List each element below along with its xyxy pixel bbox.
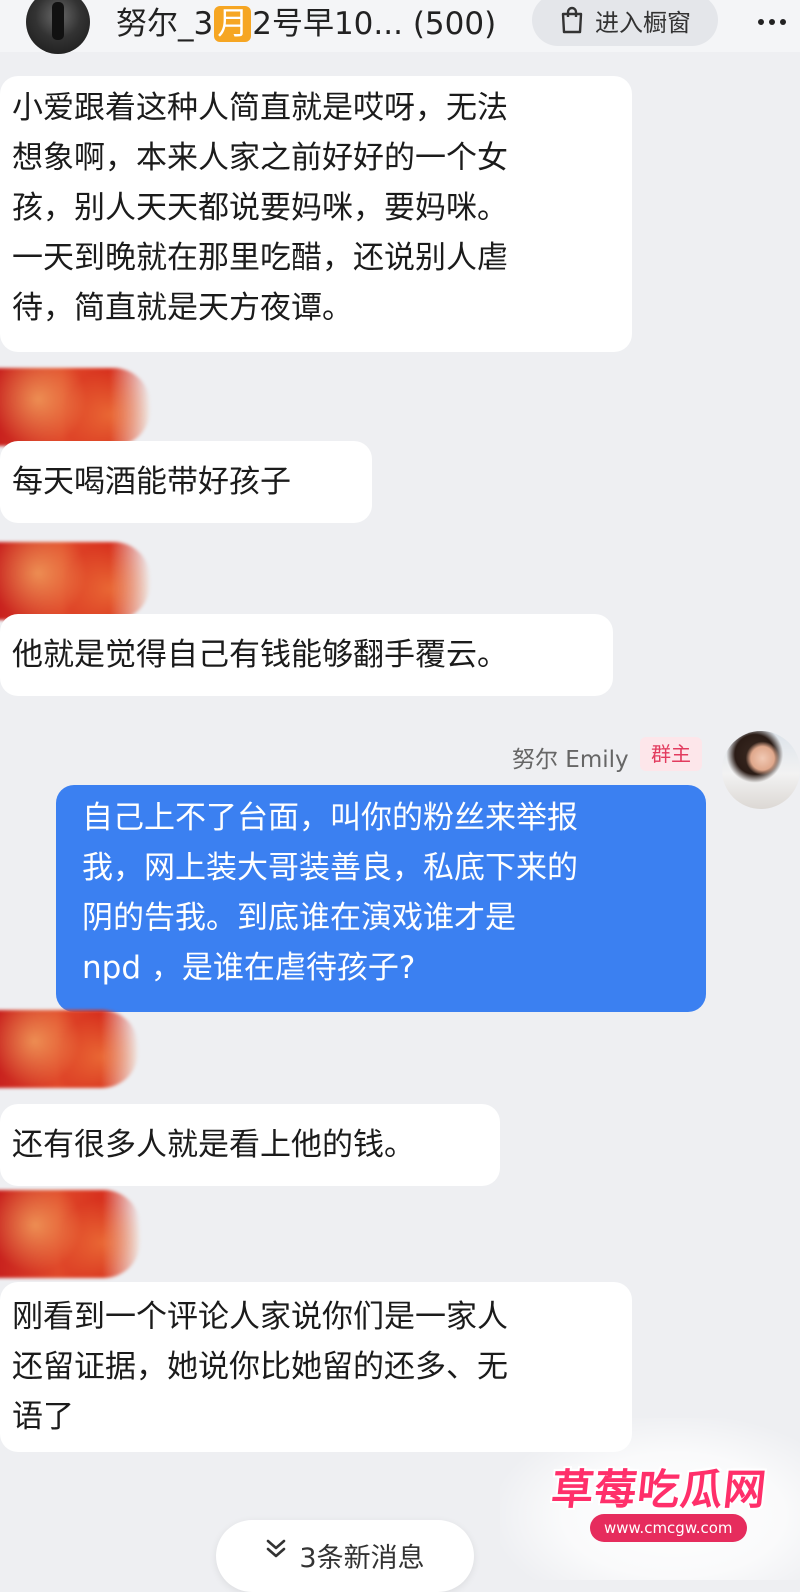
shop-label: 进入橱窗 — [595, 8, 691, 37]
watermark-url: www.cmcgw.com — [590, 1514, 747, 1542]
group-title[interactable]: 努尔_3 月 2号早10... (500) — [116, 0, 496, 48]
shopping-bag-icon — [561, 6, 583, 34]
new-messages-button[interactable]: 3条新消息 — [216, 1520, 474, 1592]
title-suffix: 2号早10... (500) — [252, 6, 497, 42]
message-line: 刚看到一个评论人家说你们是一家人 — [12, 1299, 508, 1335]
message-line: npd ，是谁在虐待孩子? — [82, 950, 416, 986]
title-prefix: 努尔_3 — [116, 6, 214, 42]
message-bubble[interactable]: 还有很多人就是看上他的钱。 — [0, 1104, 500, 1186]
message-line: 想象啊，本来人家之前好好的一个女 — [12, 140, 508, 176]
sender-avatar[interactable] — [0, 1010, 138, 1088]
new-messages-label: 3条新消息 — [299, 1543, 425, 1574]
message-line: 他就是觉得自己有钱能够翻手覆云。 — [12, 637, 508, 673]
watermark-title: 草莓吃瓜网 — [549, 1465, 770, 1514]
group-avatar[interactable] — [26, 0, 90, 54]
sender-avatar[interactable] — [0, 542, 150, 620]
message-bubble[interactable]: 他就是觉得自己有钱能够翻手覆云。 — [0, 614, 613, 696]
more-dots-icon[interactable] — [752, 6, 792, 38]
title-badge: 月 — [214, 6, 252, 42]
message-line: 每天喝酒能带好孩子 — [12, 464, 291, 500]
message-line: 自己上不了台面，叫你的粉丝来举报 — [82, 800, 578, 836]
avatar[interactable] — [722, 731, 800, 809]
self-message-bubble[interactable]: 自己上不了台面，叫你的粉丝来举报 我，网上装大哥装善良，私底下来的 阴的告我。到… — [56, 785, 706, 1012]
message-line: 我，网上装大哥装善良，私底下来的 — [82, 850, 578, 886]
message-line: 小爱跟着这种人简直就是哎呀，无法 — [12, 90, 508, 126]
role-badge: 群主 — [640, 737, 702, 771]
sender-name: 努尔 Emily — [512, 747, 629, 773]
chat-header: 努尔_3 月 2号早10... (500) 进入橱窗 — [0, 0, 800, 54]
enter-shop-button[interactable]: 进入橱窗 — [532, 0, 718, 46]
message-line: 一天到晚就在那里吃醋，还说别人虐 — [12, 240, 508, 276]
message-bubble[interactable]: 每天喝酒能带好孩子 — [0, 441, 372, 523]
sender-avatar[interactable] — [0, 1190, 140, 1278]
message-bubble[interactable]: 小爱跟着这种人简直就是哎呀，无法 想象啊，本来人家之前好好的一个女 孩，别人天天… — [0, 76, 632, 352]
message-line: 待，简直就是天方夜谭。 — [12, 290, 353, 326]
message-line: 还留证据，她说你比她留的还多、无 — [12, 1349, 508, 1385]
sender-avatar[interactable] — [0, 368, 150, 446]
message-line: 还有很多人就是看上他的钱。 — [12, 1127, 415, 1163]
message-line: 孩，别人天天都说要妈咪，要妈咪。 — [12, 190, 508, 226]
double-chevron-down-icon — [267, 1539, 286, 1558]
message-line: 阴的告我。到底谁在演戏谁才是 — [82, 900, 516, 936]
